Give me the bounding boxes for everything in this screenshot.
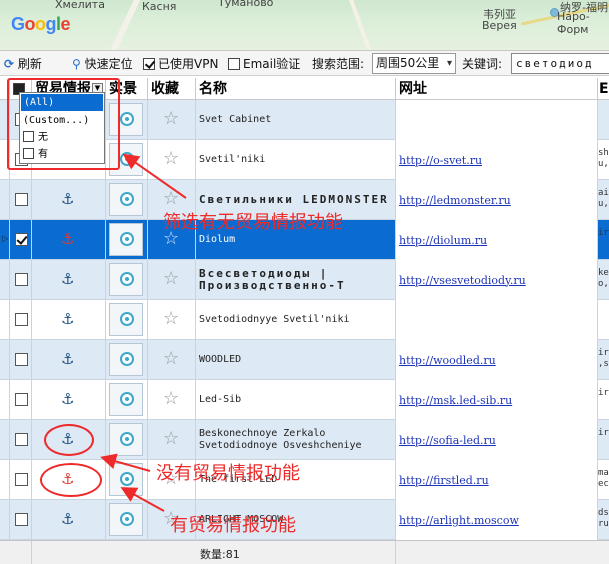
- has-trade-annotation: 有贸易情报功能: [170, 515, 296, 536]
- filter-annotation: 筛选有无贸易情报功能: [163, 212, 343, 233]
- no-trade-annotation: 没有贸易情报功能: [156, 463, 300, 484]
- annotation-arrows: [100, 153, 187, 512]
